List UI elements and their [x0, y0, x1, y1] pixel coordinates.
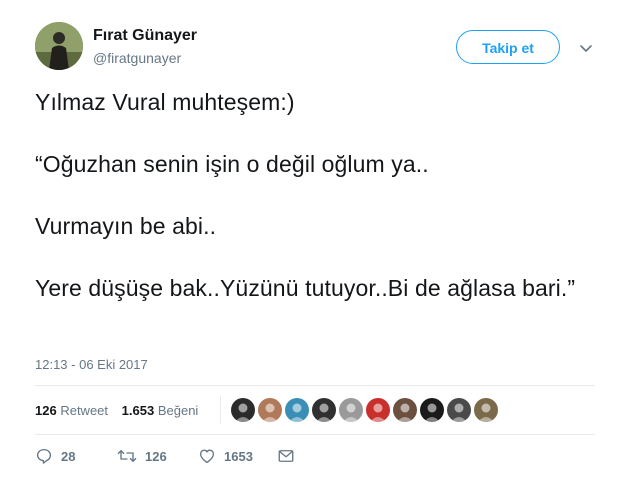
divider [35, 385, 595, 386]
author-avatar[interactable] [35, 22, 83, 70]
like-stat-label: Beğeni [157, 403, 199, 418]
retweet-stat-label: Retweet [60, 403, 109, 418]
retweet-stat[interactable]: 126 Retweet [35, 403, 108, 418]
user-avatar[interactable] [447, 398, 471, 422]
author-display-name[interactable]: Fırat Günayer [93, 27, 197, 45]
tweet-text: Yılmaz Vural muhteşem:) “Oğuzhan senin i… [35, 87, 595, 304]
envelope-icon [277, 447, 295, 465]
user-avatar[interactable] [285, 398, 309, 422]
tweet-stats: 126 Retweet 1.653 Beğeni [35, 403, 208, 418]
tweet-text-line: Yılmaz Vural muhteşem:) [35, 89, 295, 115]
like-button[interactable]: 1653 [198, 447, 253, 465]
liker-avatars [220, 396, 501, 424]
user-avatar[interactable] [366, 398, 390, 422]
direct-message-button[interactable] [277, 447, 295, 465]
tweet-text-line: Vurmayın be abi.. [35, 213, 217, 239]
tweet-card: Fırat Günayer @firatgunayer Takip et Yıl… [0, 0, 628, 482]
retweet-count: 126 [145, 448, 167, 464]
reply-count: 28 [61, 448, 76, 464]
user-avatar[interactable] [393, 398, 417, 422]
reply-icon [35, 447, 53, 465]
tweet-timestamp[interactable]: 12:13 - 06 Eki 2017 [35, 357, 148, 372]
retweet-icon [117, 447, 137, 465]
user-avatar[interactable] [420, 398, 444, 422]
author-handle[interactable]: @firatgunayer [93, 50, 181, 66]
tweet-text-line: “Oğuzhan senin işin o değil oğlum ya.. [35, 151, 429, 177]
retweet-stat-count: 126 [35, 403, 57, 418]
like-count: 1653 [224, 448, 253, 464]
chevron-down-icon[interactable] [578, 40, 594, 56]
besiktas-logo-avatar[interactable] [231, 398, 255, 422]
heart-icon [198, 447, 216, 465]
user-avatar[interactable] [474, 398, 498, 422]
user-avatar[interactable] [258, 398, 282, 422]
divider [35, 434, 595, 435]
like-stat-count: 1.653 [121, 403, 155, 418]
like-stat[interactable]: 1.653 Beğeni [122, 403, 199, 418]
reply-button[interactable]: 28 [35, 447, 75, 465]
retweet-button[interactable]: 126 [117, 447, 167, 465]
user-avatar[interactable] [339, 398, 363, 422]
follow-button[interactable]: Takip et [456, 30, 560, 64]
tweet-text-line: Yere düşüşe bak..Yüzünü tutuyor..Bi de a… [35, 275, 576, 301]
user-avatar[interactable] [312, 398, 336, 422]
